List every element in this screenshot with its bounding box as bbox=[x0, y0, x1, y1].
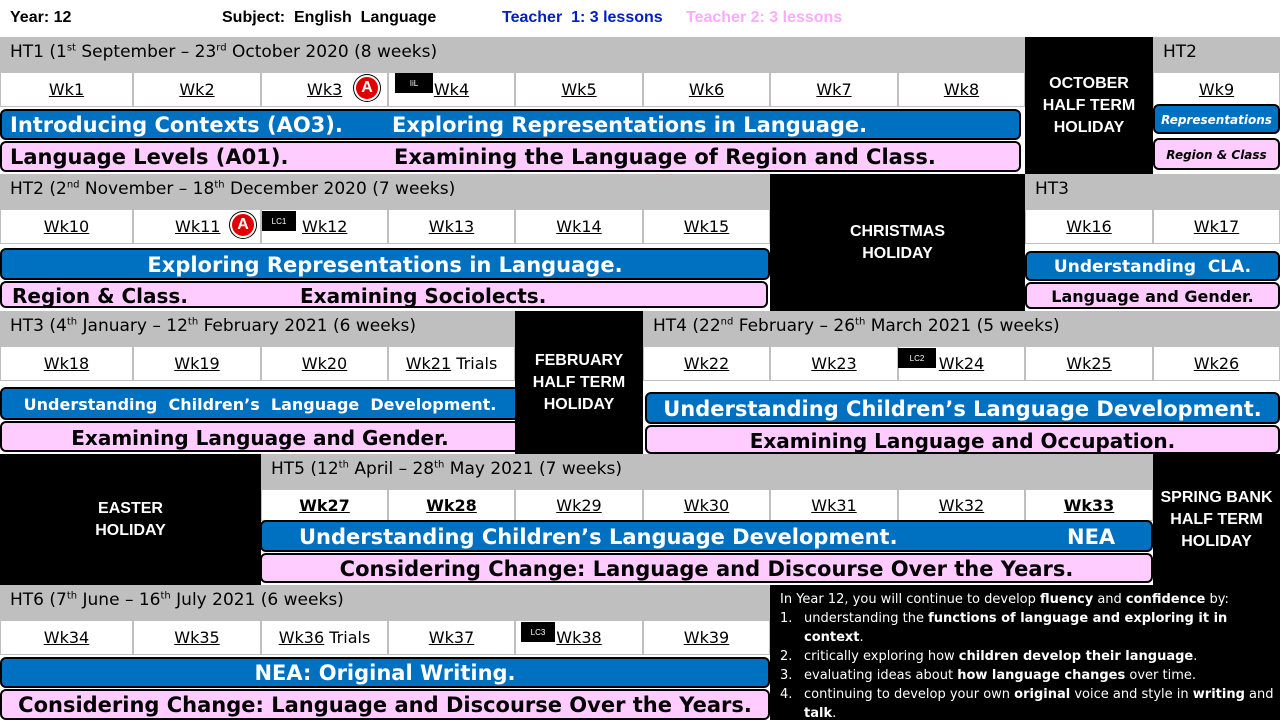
ht2-title: HT2 (2nd November – 18th December 2020 (… bbox=[0, 174, 770, 209]
teacher2-label: Teacher 2: 3 lessons bbox=[686, 9, 843, 26]
info-text: In Year 12, you will continue to develop… bbox=[780, 590, 1275, 720]
week-cell[interactable]: Wk15 bbox=[643, 209, 770, 244]
ht2-pink-bar: Region & Class. Examining Sociolects. bbox=[0, 281, 768, 308]
week-cell[interactable]: Wk9 bbox=[1153, 72, 1280, 107]
week-cell[interactable]: Wk32 bbox=[898, 489, 1025, 521]
week-cell[interactable]: Wk31 bbox=[770, 489, 898, 521]
week-cell[interactable]: Wk6 bbox=[643, 72, 770, 107]
week-cell[interactable]: Wk21 Trials bbox=[388, 346, 515, 381]
ht2-side-blue: Representations bbox=[1153, 104, 1280, 134]
week-cell[interactable]: Wk17 bbox=[1153, 209, 1280, 244]
easter-holiday: EASTER HOLIDAY bbox=[0, 454, 261, 585]
week-cell[interactable]: Wk39 bbox=[643, 620, 770, 655]
ht4-pink-bar: Examining Language and Occupation. bbox=[645, 425, 1280, 454]
ht3-pink-bar: Examining Language and Gender. bbox=[0, 421, 520, 452]
week-cell[interactable]: Wk27 bbox=[261, 489, 388, 521]
list-item: 1. understanding the functions of languag… bbox=[780, 611, 1228, 645]
ht1-title: HT1 (1st September – 23rd October 2020 (… bbox=[0, 37, 1025, 72]
ht6-title: HT6 (7th June – 16th July 2021 (6 weeks) bbox=[0, 585, 770, 620]
list-item: 3. evaluating ideas about how language ch… bbox=[780, 668, 1196, 683]
week-cell[interactable]: Wk7 bbox=[770, 72, 898, 107]
week-cell[interactable]: Wk23 bbox=[770, 346, 898, 381]
week-cell[interactable]: Wk5 bbox=[515, 72, 643, 107]
assessment-marker-icon: A bbox=[354, 75, 380, 101]
week-cell[interactable]: Wk14 bbox=[515, 209, 643, 244]
week-cell[interactable]: Wk13 bbox=[388, 209, 515, 244]
february-holiday: FEBRUARY HALF TERM HOLIDAY bbox=[515, 311, 643, 454]
week-cell[interactable]: Wk25 bbox=[1025, 346, 1153, 381]
year-label: Year: 12 bbox=[10, 9, 72, 26]
ht3-side-pink: Language and Gender. bbox=[1025, 282, 1280, 309]
week-cell[interactable]: Wk22 bbox=[643, 346, 770, 381]
ht2-blue-bar: Exploring Representations in Language. bbox=[0, 248, 770, 280]
week-cell[interactable]: Wk28 bbox=[388, 489, 515, 521]
list-item: 2. critically exploring how children deve… bbox=[780, 649, 1198, 664]
week-cell[interactable]: Wk2 bbox=[133, 72, 261, 107]
ht5-blue-bar: Understanding Children’s Language Develo… bbox=[260, 520, 1153, 552]
week-cell[interactable]: Wk1 bbox=[0, 72, 133, 107]
ht5-title: HT5 (12th April – 28th May 2021 (7 weeks… bbox=[261, 454, 1153, 489]
lc2-tag: LC2 bbox=[898, 348, 936, 368]
ht6-pink-bar: Considering Change: Language and Discour… bbox=[0, 689, 770, 720]
assessment-marker-icon: A bbox=[230, 212, 256, 238]
lc1-tag: LC1 bbox=[262, 211, 296, 231]
week-cell[interactable]: Wk34 bbox=[0, 620, 133, 655]
info-intro: In Year 12, you will continue to develop… bbox=[780, 592, 1229, 607]
week-cell[interactable]: Wk33 bbox=[1025, 489, 1153, 521]
ht3-side-blue: Understanding CLA. bbox=[1025, 251, 1280, 281]
week-cell[interactable]: Wk16 bbox=[1025, 209, 1153, 244]
week-cell[interactable]: Wk35 bbox=[133, 620, 261, 655]
list-item: 4. continuing to develop your own origina… bbox=[780, 687, 1274, 720]
week-cell[interactable]: Wk37 bbox=[388, 620, 515, 655]
ht3-title: HT3 (4th January – 12th February 2021 (6… bbox=[0, 311, 515, 346]
ht2-side-title: HT2 bbox=[1153, 37, 1280, 72]
spring-bank-holiday: SPRING BANK HALF TERM HOLIDAY bbox=[1153, 454, 1280, 585]
week-cell[interactable]: Wk26 bbox=[1153, 346, 1280, 381]
ht4-title: HT4 (22nd February – 26th March 2021 (5 … bbox=[643, 311, 1280, 346]
lc3-tag: LC3 bbox=[521, 622, 555, 642]
week-cell[interactable]: Wk29 bbox=[515, 489, 643, 521]
week-cell[interactable]: Wk18 bbox=[0, 346, 133, 381]
ht4-blue-bar: Understanding Children’s Language Develo… bbox=[645, 392, 1280, 424]
week-cell[interactable]: Wk36 Trials bbox=[261, 620, 388, 655]
ht3-blue-bar: Understanding Children’s Language Develo… bbox=[0, 387, 520, 420]
ht1-blue-bar: Introducing Contexts (AO3). Exploring Re… bbox=[0, 109, 1021, 140]
ht1-pink-bar: Language Levels (A01). Examining the Lan… bbox=[0, 141, 1021, 172]
week-cell[interactable]: Wk30 bbox=[643, 489, 770, 521]
ht3-side-title: HT3 bbox=[1025, 174, 1280, 209]
week-cell[interactable]: Wk8 bbox=[898, 72, 1025, 107]
ht5-pink-bar: Considering Change: Language and Discour… bbox=[260, 553, 1153, 583]
october-holiday: OCTOBER HALF TERM HOLIDAY bbox=[1025, 37, 1153, 174]
iil-tag: IiL bbox=[395, 73, 433, 93]
week-cell[interactable]: Wk10 bbox=[0, 209, 133, 244]
info-list: 1. understanding the functions of languag… bbox=[780, 609, 1275, 720]
ht2-side-pink: Region & Class bbox=[1153, 138, 1280, 170]
ht6-blue-bar: NEA: Original Writing. bbox=[0, 657, 770, 688]
subject-label: Subject: English Language bbox=[222, 9, 437, 26]
week-cell[interactable]: Wk19 bbox=[133, 346, 261, 381]
week-cell[interactable]: Wk20 bbox=[261, 346, 388, 381]
christmas-holiday: CHRISTMAS HOLIDAY bbox=[770, 174, 1025, 311]
teacher1-label: Teacher 1: 3 lessons bbox=[502, 9, 663, 26]
